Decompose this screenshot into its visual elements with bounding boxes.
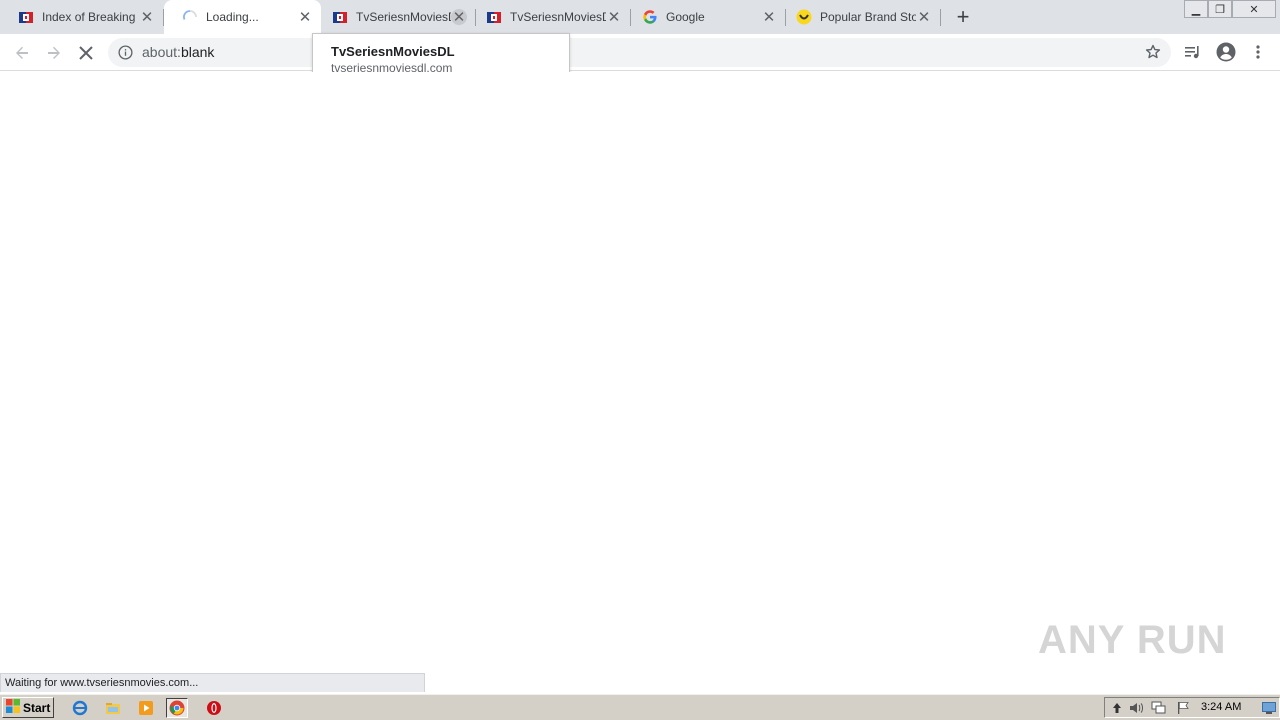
hover-card-title: TvSeriesnMoviesDL [331,44,455,59]
tab-title: Popular Brand Stor [820,10,916,24]
windows-taskbar: Start 3:24 AM [0,694,1280,720]
smiley-icon [796,9,812,25]
system-tray: 3:24 AM [1104,697,1280,718]
tab-tvseriesnmoviesdl-1[interactable]: TvSeriesnMoviesDL ✕ [321,0,475,34]
tab-title: TvSeriesnMoviesDL [356,10,451,24]
tv-flag-icon [18,9,34,25]
new-tab-button[interactable]: + [951,4,975,29]
tab-title: Loading... [206,10,259,24]
tab-popular-brand[interactable]: Popular Brand Stor ✕ [786,0,940,34]
tab-tvseriesnmoviesdl-2[interactable]: TvSeriesnMoviesDL ✕ [476,0,630,34]
tab-close-icon[interactable]: ✕ [139,9,155,26]
tab-close-icon[interactable]: ✕ [451,9,467,26]
restore-button[interactable]: ❐ [1208,0,1232,18]
minimize-button[interactable]: ▁ [1184,0,1208,18]
tab-title: Google [666,10,705,24]
media-player-taskbar-icon[interactable] [136,698,156,718]
bookmark-star-icon[interactable] [1145,44,1161,65]
loading-spinner-icon [182,9,198,25]
menu-kebab-icon[interactable] [1252,44,1264,65]
url-text[interactable]: about:blank [142,44,214,60]
profile-avatar-icon[interactable] [1216,42,1236,67]
chrome-taskbar-icon[interactable] [166,698,188,718]
info-icon[interactable] [118,45,133,65]
file-explorer-taskbar-icon[interactable] [103,698,123,718]
url-scheme: about: [142,44,181,60]
ie-taskbar-icon[interactable] [70,698,90,718]
tab-google[interactable]: Google ✕ [631,0,785,34]
tv-flag-icon [332,9,348,25]
tab-close-icon[interactable]: ✕ [761,9,777,26]
action-center-flag-icon[interactable] [1175,700,1191,716]
url-path: blank [180,44,215,60]
tab-loading[interactable]: Loading... ✕ [164,0,321,34]
media-controls-icon[interactable] [1184,44,1202,65]
start-button[interactable]: Start [2,697,54,718]
close-window-button[interactable]: ✕ [1232,0,1276,18]
back-button[interactable] [8,39,36,67]
google-g-icon [642,9,658,25]
watermark-text: ANY RUN [1038,617,1227,662]
tab-close-icon[interactable]: ✕ [297,9,313,26]
stop-loading-button[interactable] [72,39,100,67]
tab-strip: Index of Breaking B ✕ Loading... ✕ TvSer… [0,0,1280,34]
windows-logo-icon [6,699,20,716]
show-desktop-icon[interactable] [1261,700,1277,716]
start-label: Start [23,700,51,715]
address-bar[interactable]: about:blank [108,38,1171,67]
opera-taskbar-icon[interactable] [204,698,224,718]
tab-title: Index of Breaking B [42,10,139,24]
tab-close-icon[interactable]: ✕ [916,9,932,26]
anyrun-watermark: ANY RUN [1038,610,1238,670]
tab-close-icon[interactable]: ✕ [606,9,622,26]
forward-arrow-icon [48,46,60,59]
tab-separator [940,9,941,26]
show-hidden-icons-icon[interactable] [1109,700,1125,716]
network-icon[interactable] [1151,700,1167,716]
tab-index-of-breaking[interactable]: Index of Breaking B ✕ [0,0,163,34]
stop-x-icon [79,46,93,60]
back-arrow-icon [16,46,28,59]
browser-toolbar: about:blank [0,34,1280,71]
status-bubble: Waiting for www.tvseriesnmovies.com... [0,673,425,692]
tv-flag-icon [486,9,502,25]
forward-button[interactable] [40,39,68,67]
page-content [0,72,1280,673]
volume-icon[interactable] [1129,700,1145,716]
taskbar-clock[interactable]: 3:24 AM [1201,701,1241,713]
tab-title: TvSeriesnMoviesDL [510,10,606,24]
